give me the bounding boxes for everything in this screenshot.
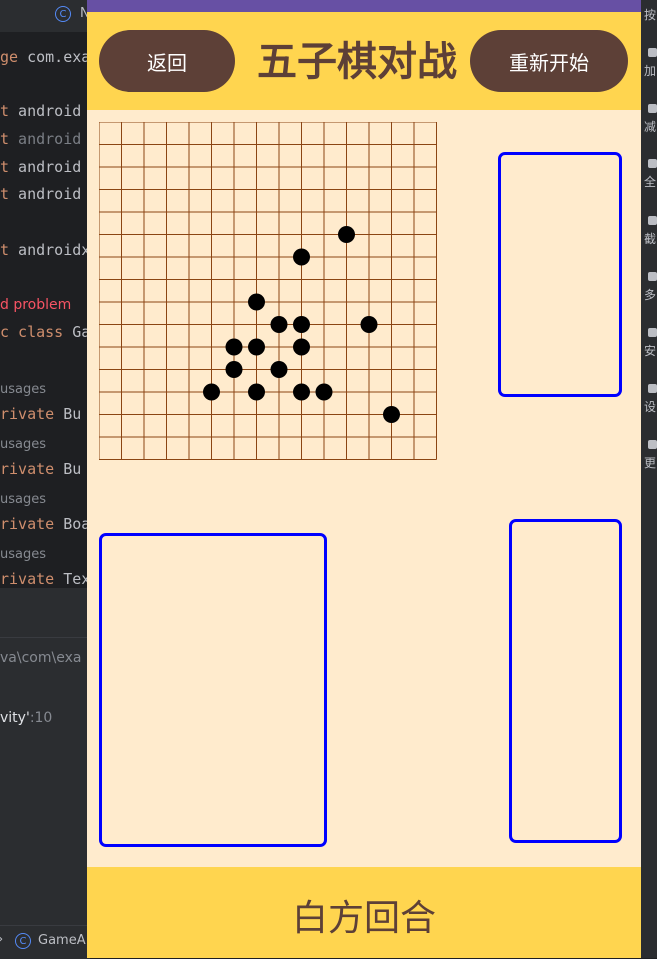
- tool-label[interactable]: 加: [644, 62, 656, 79]
- ide-status-bar: › C GameA: [0, 925, 90, 959]
- code-line: t android: [0, 102, 82, 120]
- side-panel-top-right: [498, 152, 622, 397]
- black-stone: [293, 338, 310, 356]
- tool-label[interactable]: 更: [644, 454, 656, 471]
- tool-icon[interactable]: [648, 48, 657, 57]
- code-line: usages: [0, 382, 47, 397]
- code-line: rivate Bu: [0, 405, 82, 423]
- black-stone: [293, 248, 310, 266]
- turn-indicator: 白方回合: [291, 898, 436, 939]
- class-icon: C: [55, 6, 71, 22]
- ide-status-file-label[interactable]: GameA: [38, 933, 86, 948]
- tool-icon[interactable]: [648, 216, 657, 225]
- code-line: t android: [0, 185, 82, 203]
- black-stone: [248, 293, 265, 311]
- tool-label[interactable]: 安: [644, 342, 656, 359]
- black-stone: [293, 383, 310, 401]
- back-button[interactable]: 返回: [99, 30, 235, 92]
- code-line: usages: [0, 492, 47, 507]
- black-stone: [293, 316, 310, 333]
- black-stone: [338, 226, 355, 243]
- side-panel-bottom-right: [509, 519, 622, 843]
- status-bar: [87, 0, 641, 12]
- app-header: 返回 五子棋对战 重新开始: [87, 12, 641, 110]
- black-stone: [270, 316, 288, 333]
- black-stone: [203, 383, 220, 401]
- code-line: t android: [0, 130, 82, 148]
- tool-icon[interactable]: [648, 272, 657, 281]
- file-path: va\com\exa: [0, 650, 82, 666]
- class-icon: C: [15, 933, 31, 949]
- black-stone: [315, 383, 333, 401]
- tool-label[interactable]: 按: [644, 6, 656, 23]
- black-stone: [383, 406, 400, 423]
- code-line: usages: [0, 437, 47, 452]
- black-stone: [270, 361, 288, 378]
- side-panel-bottom-left: [99, 533, 327, 847]
- code-line: t androidx: [0, 241, 91, 259]
- tool-label[interactable]: 设: [644, 398, 656, 415]
- ide-lower-panel: va\com\exa vity':10: [0, 588, 90, 958]
- code-line: c class Ga: [0, 323, 91, 341]
- tool-label[interactable]: 截: [644, 230, 656, 247]
- tool-label[interactable]: 全: [644, 173, 656, 190]
- code-line: t android: [0, 158, 82, 176]
- page-title: 五子棋对战: [257, 39, 457, 85]
- tool-icon[interactable]: [648, 104, 657, 113]
- tool-icon[interactable]: [648, 159, 657, 168]
- phone-screen: 返回 五子棋对战 重新开始 白方回合: [87, 0, 641, 958]
- gomoku-board[interactable]: [99, 122, 439, 462]
- turn-footer: 白方回合: [87, 867, 641, 958]
- black-stone: [225, 361, 243, 378]
- code-line: d problem: [0, 297, 72, 313]
- reference-text: vity':10: [0, 710, 53, 726]
- code-line: usages: [0, 547, 47, 562]
- code-line: ge com.exa: [0, 48, 91, 66]
- chevron-right-icon: ›: [0, 932, 3, 947]
- tool-label[interactable]: 减: [644, 118, 656, 135]
- code-line: rivate Bu: [0, 460, 82, 478]
- tool-icon[interactable]: [648, 328, 657, 337]
- black-stone: [248, 338, 265, 356]
- divider: [0, 637, 90, 638]
- restart-button[interactable]: 重新开始: [470, 30, 628, 92]
- right-tool-strip: [641, 0, 657, 958]
- code-line: rivate Boa: [0, 515, 91, 533]
- black-stone: [225, 338, 243, 356]
- black-stone: [248, 383, 265, 401]
- black-stone: [360, 316, 378, 333]
- code-line: rivate Tex: [0, 570, 91, 588]
- tool-icon[interactable]: [648, 384, 657, 393]
- tool-label[interactable]: 多: [644, 286, 656, 303]
- tool-icon[interactable]: [648, 440, 657, 449]
